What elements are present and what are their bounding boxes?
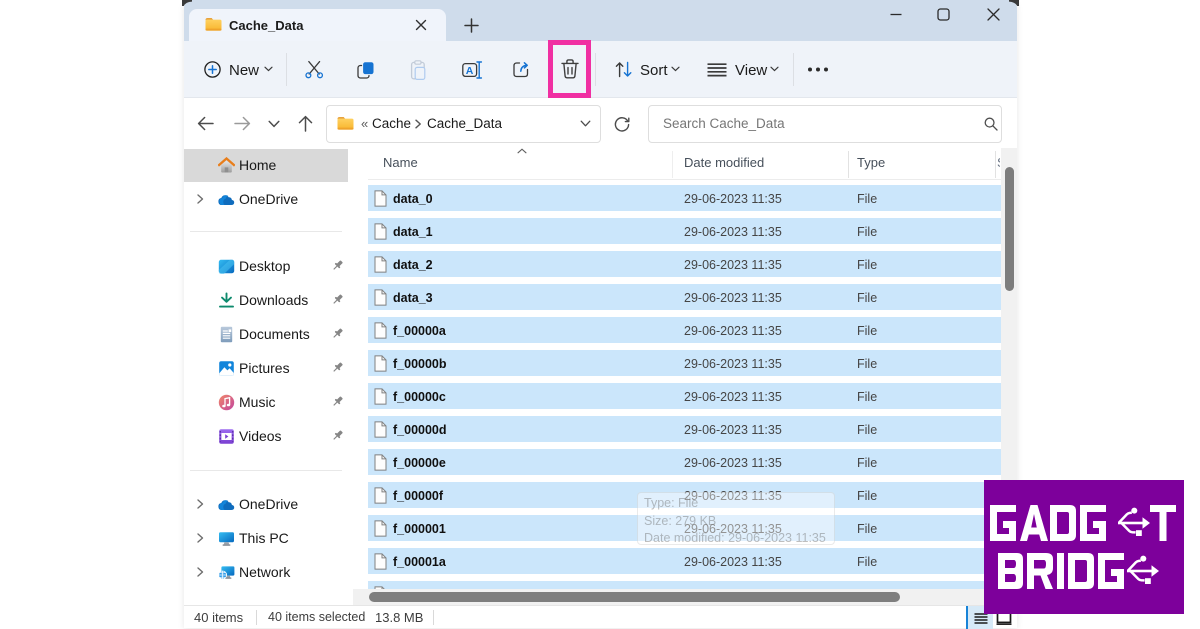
svg-text:A: A <box>466 65 474 77</box>
